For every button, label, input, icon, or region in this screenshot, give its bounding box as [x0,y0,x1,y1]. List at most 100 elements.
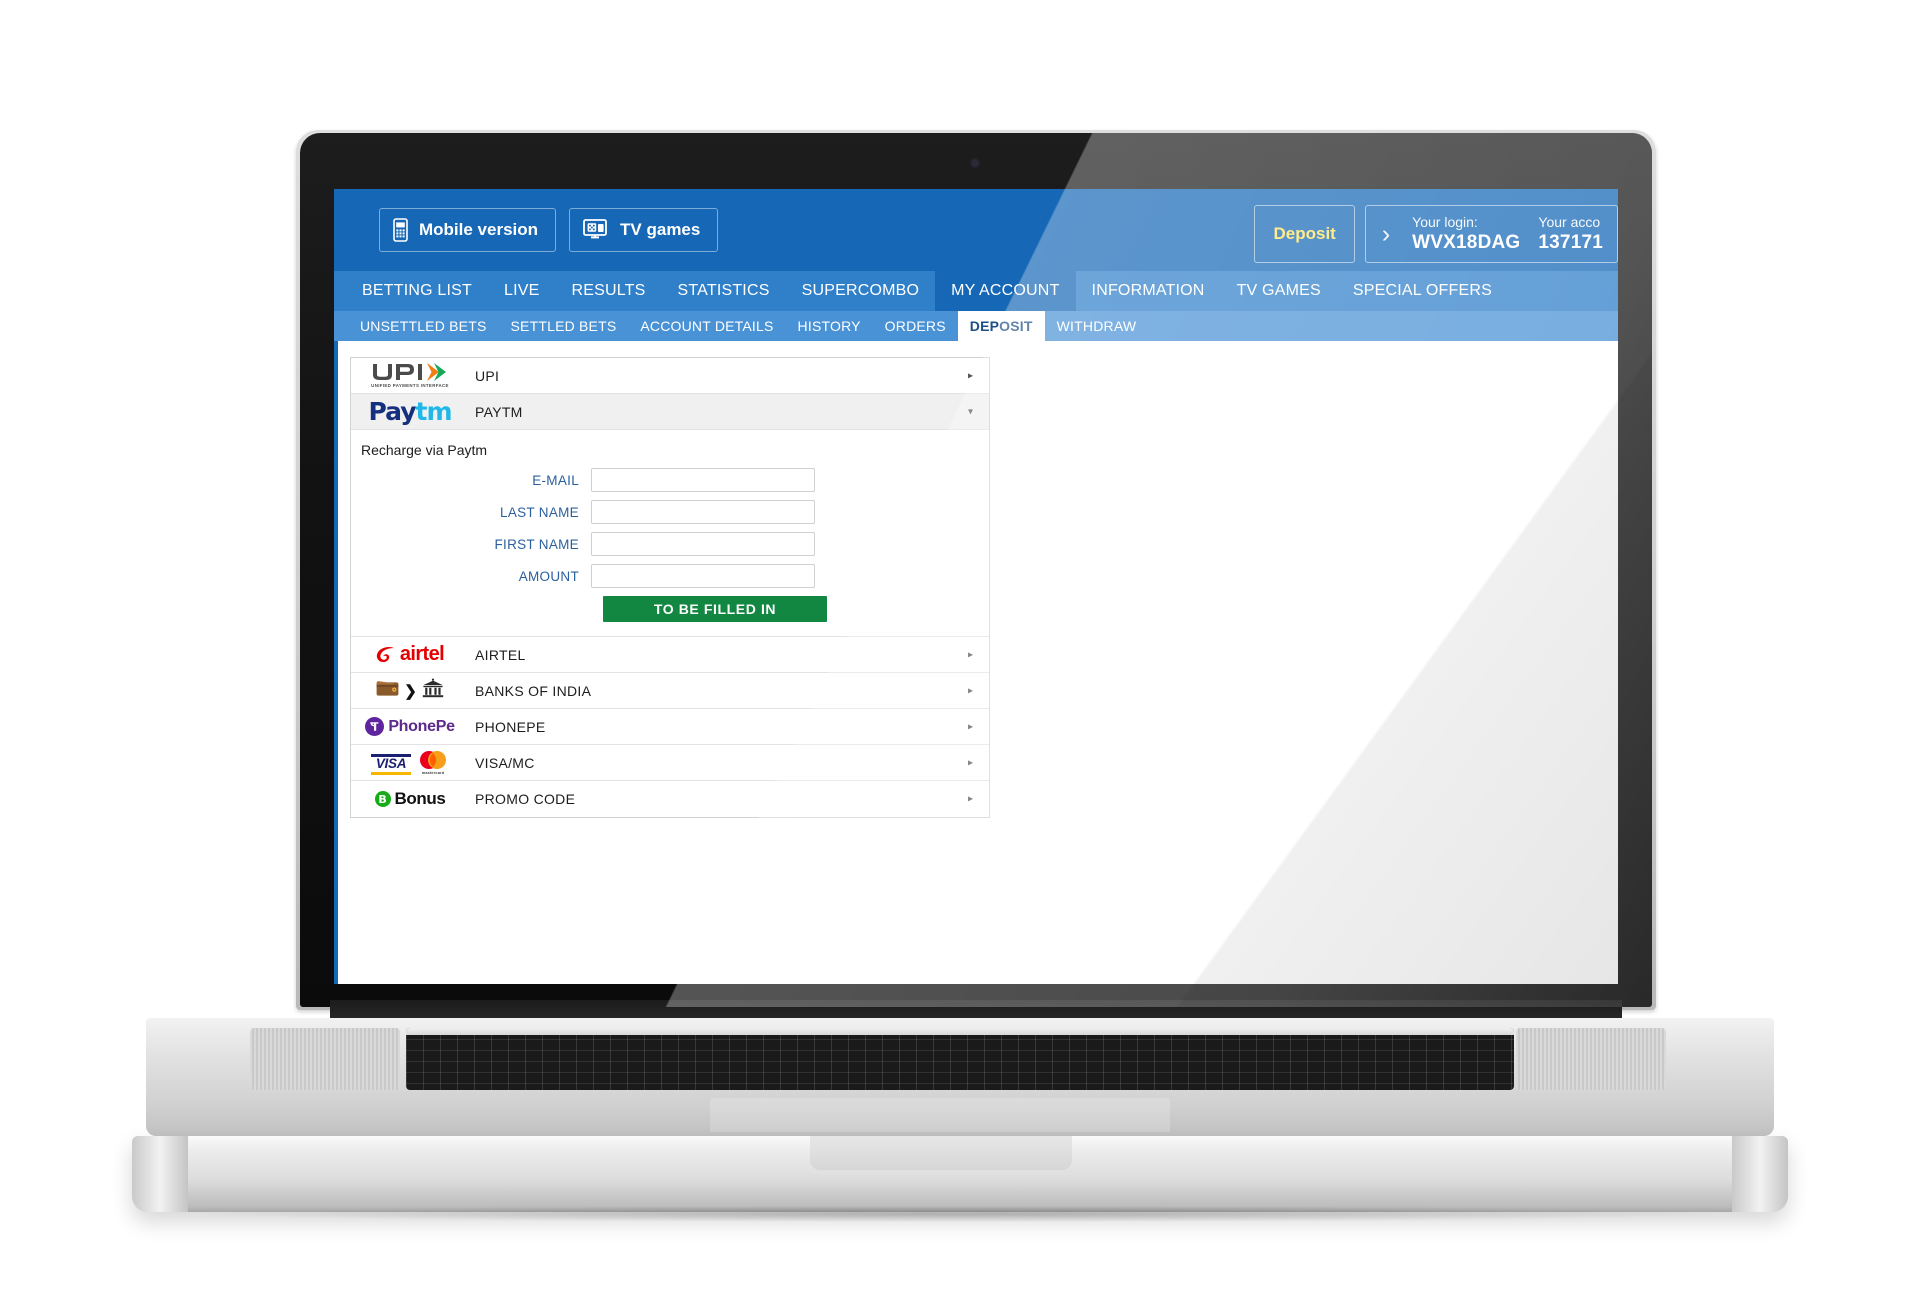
email-label: E-MAIL [532,472,579,488]
phonepe-logo-text: PhonePe [388,717,455,735]
account-value: 137171 [1538,232,1603,253]
last-name-label: LAST NAME [500,504,579,520]
payment-method-label-paytm: PAYTM [475,403,523,420]
submit-deposit-button[interactable]: TO BE FILLED IN [603,596,827,622]
payment-method-label-banks-of-india: BANKS OF INDIA [475,682,592,699]
nav-item-information[interactable]: INFORMATION [1076,271,1221,311]
expand-arrow-icon[interactable]: ▸ [968,370,973,381]
laptop-drop-shadow [210,1206,1710,1222]
payment-method-row-promo-code[interactable]: B Bonus PROMO CODE ▸ [351,781,989,817]
expand-arrow-icon[interactable]: ▸ [968,757,973,768]
payment-method-label-promo-code: PROMO CODE [475,791,576,807]
nav-item-tv-games[interactable]: TV GAMES [1221,271,1337,311]
nav-item-live[interactable]: LIVE [488,271,556,311]
login-value: WVX18DAG [1412,232,1521,253]
account-info-pair: Your login: WVX18DAG Your acco 137171 [1412,214,1603,254]
paytm-logo-part2: tm [415,397,453,426]
deposit-button[interactable]: Deposit [1254,205,1355,263]
main-navigation: BETTING LIST LIVE RESULTS STATISTICS SUP… [334,271,1618,311]
nav-item-my-account[interactable]: MY ACCOUNT [935,271,1076,311]
form-row-amount: AMOUNT [351,564,989,588]
expand-arrow-icon[interactable]: ▸ [968,685,973,696]
payment-method-label-phonepe: PHONEPE [475,718,546,735]
bank-building-icon [422,678,444,703]
expand-arrow-icon[interactable]: ▸ [968,794,973,805]
payment-method-row-phonepe[interactable]: PhonePe PHONEPE ▸ [351,709,989,745]
top-bar-left-buttons: Mobile version TV games [379,208,719,252]
amount-label: AMOUNT [518,568,579,584]
nav-item-statistics[interactable]: STATISTICS [662,271,786,311]
upi-logo-subtitle: UNIFIED PAYMENTS INTERFACE [371,383,449,389]
account-login-col: Your login: WVX18DAG [1412,214,1520,254]
subnav-item-deposit[interactable]: DEPOSIT [957,311,1045,341]
payment-method-row-upi[interactable]: UNIFIED PAYMENTS INTERFACE UPI ▸ [351,358,989,394]
visa-logo-icon: VISA [371,754,411,775]
webcam-icon [972,160,978,166]
laptop-base-notch [810,1136,1072,1170]
form-row-email: E-MAIL [351,468,989,492]
form-row-first-name: FIRST NAME [351,532,989,556]
laptop-mockup: Mobile version TV games Deposit › Your l… [0,0,1920,1291]
subnav-item-history[interactable]: HISTORY [786,311,873,341]
subnav-item-account-details[interactable]: ACCOUNT DETAILS [628,311,785,341]
nav-item-betting-list[interactable]: BETTING LIST [346,271,488,311]
subnav-item-settled-bets[interactable]: SETTLED BETS [499,311,629,341]
mobile-version-button[interactable]: Mobile version [379,208,557,252]
chevron-right-icon: › [1381,219,1391,248]
submit-row: TO BE FILLED IN [351,596,989,622]
last-name-field[interactable] [591,500,815,524]
first-name-field[interactable] [591,532,815,556]
top-bar-right-account: Deposit › Your login: WVX18DAG Your acco… [1254,205,1618,263]
payment-method-row-visa-mc[interactable]: VISA mastercard VISA/MC ▸ [351,745,989,781]
paytm-recharge-panel: Recharge via Paytm E-MAIL LAST NAME FIRS… [351,430,989,637]
mobile-phone-icon [393,218,408,242]
paytm-logo-part1: Pay [368,397,416,426]
airtel-logo-text: airtel [399,643,445,665]
banks-of-india-logo-icon: ❯ [351,673,469,708]
speaker-grille-left [250,1028,400,1090]
email-field[interactable] [591,468,815,492]
tv-games-label: TV games [620,220,701,239]
payment-method-row-banks-of-india[interactable]: ❯ BANKS OF INDIA ▸ [351,673,989,709]
nav-item-results[interactable]: RESULTS [555,271,661,311]
payment-methods-list: UNIFIED PAYMENTS INTERFACE UPI ▸ Paytm P… [350,357,990,818]
payment-method-row-paytm[interactable]: Paytm PAYTM ▾ [351,394,989,430]
laptop-base-corner-right [1732,1136,1788,1212]
form-row-last-name: LAST NAME [351,500,989,524]
content-area: UNIFIED PAYMENTS INTERFACE UPI ▸ Paytm P… [334,341,1618,984]
visa-logo-text: VISA [375,756,407,772]
tv-dice-icon [583,218,609,242]
subnav-item-unsettled-bets[interactable]: UNSETTLED BETS [348,311,499,341]
upi-logo-icon: UNIFIED PAYMENTS INTERFACE [351,358,469,393]
bonus-badge: B [374,791,391,807]
subnav-item-orders[interactable]: ORDERS [873,311,958,341]
laptop-trackpad [710,1098,1170,1132]
payment-method-label-upi: UPI [475,367,500,384]
nav-item-supercombo[interactable]: SUPERCOMBO [786,271,936,311]
chevron-right-icon: ❯ [404,682,417,700]
browser-viewport: Mobile version TV games Deposit › Your l… [334,189,1618,984]
laptop-base-corner-left [132,1136,188,1212]
mastercard-logo-icon: mastercard [417,750,449,775]
paytm-panel-title: Recharge via Paytm [361,442,488,458]
payment-method-label-visa-mc: VISA/MC [475,754,535,771]
laptop-keyboard [406,1028,1514,1090]
top-bar: Mobile version TV games Deposit › Your l… [334,189,1618,271]
collapse-arrow-icon[interactable]: ▾ [968,406,973,417]
sub-navigation: UNSETTLED BETS SETTLED BETS ACCOUNT DETA… [334,311,1618,341]
mastercard-logo-text: mastercard [421,771,445,775]
expand-arrow-icon[interactable]: ▸ [968,649,973,660]
amount-field[interactable] [591,564,815,588]
payment-method-row-airtel[interactable]: airtel AIRTEL ▸ [351,637,989,673]
paytm-logo-icon: Paytm [351,394,469,429]
tv-games-button[interactable]: TV games [569,208,719,252]
subnav-item-withdraw[interactable]: WITHDRAW [1045,311,1149,341]
page-root: Mobile version TV games Deposit › Your l… [334,189,1618,984]
account-caption: Your acco [1538,214,1601,230]
bonus-logo-text: Bonus [394,789,446,808]
account-info-box[interactable]: › Your login: WVX18DAG Your acco 137171 [1364,205,1618,263]
first-name-label: FIRST NAME [494,536,579,552]
phonepe-logo-icon: PhonePe [351,709,469,744]
expand-arrow-icon[interactable]: ▸ [968,721,973,732]
nav-item-special-offers[interactable]: SPECIAL OFFERS [1337,271,1508,311]
